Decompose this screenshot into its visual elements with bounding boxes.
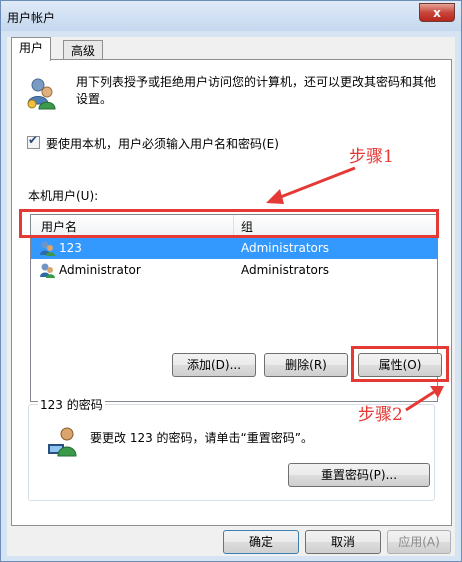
tab-users[interactable]: 用户 [11,37,52,61]
arrow-icon [266,166,444,412]
password-group-title: 123 的密码 [38,396,105,413]
